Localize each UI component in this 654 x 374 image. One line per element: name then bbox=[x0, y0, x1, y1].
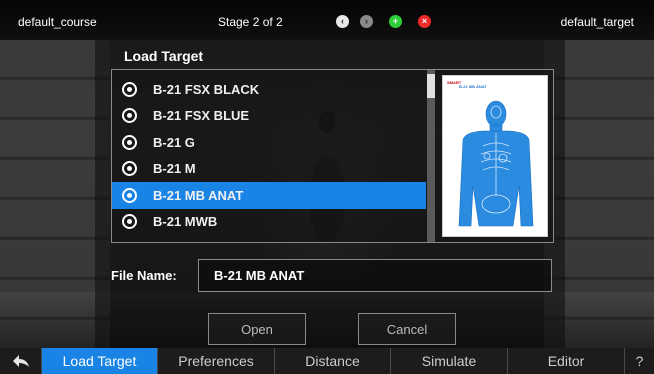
radio-icon bbox=[122, 134, 137, 150]
target-list: B-21 FSX BLACK B-21 FSX BLUE B-21 G B-21… bbox=[112, 76, 426, 235]
course-name: default_course bbox=[18, 15, 97, 29]
next-stage-icon[interactable]: › bbox=[360, 15, 373, 28]
help-button[interactable]: ? bbox=[625, 348, 654, 374]
open-button[interactable]: Open bbox=[208, 313, 306, 345]
tab-simulate[interactable]: Simulate bbox=[391, 348, 508, 374]
target-list-item[interactable]: B-21 FSX BLUE bbox=[112, 103, 426, 130]
bottom-tab-bar: Load Target Preferences Distance Simulat… bbox=[0, 348, 654, 374]
radio-icon bbox=[122, 214, 137, 230]
target-name: default_target bbox=[560, 15, 634, 29]
add-stage-icon[interactable]: + bbox=[389, 15, 402, 28]
list-scrollbar-thumb[interactable] bbox=[427, 74, 435, 98]
tab-preferences[interactable]: Preferences bbox=[158, 348, 275, 374]
target-list-box: B-21 FSX BLACK B-21 FSX BLUE B-21 G B-21… bbox=[111, 69, 554, 243]
radio-icon bbox=[122, 161, 137, 177]
tab-editor[interactable]: Editor bbox=[508, 348, 625, 374]
file-name-field[interactable]: B-21 MB ANAT bbox=[198, 259, 552, 292]
radio-icon bbox=[122, 81, 137, 97]
cancel-button[interactable]: Cancel bbox=[358, 313, 456, 345]
back-arrow-icon bbox=[12, 355, 29, 367]
tab-load-target[interactable]: Load Target bbox=[42, 348, 158, 374]
target-body-icon bbox=[458, 100, 534, 227]
target-list-item[interactable]: B-21 MWB bbox=[112, 209, 426, 236]
radio-icon bbox=[122, 187, 137, 203]
target-item-label: B-21 FSX BLUE bbox=[153, 108, 250, 124]
tab-distance[interactable]: Distance bbox=[275, 348, 391, 374]
target-item-label: B-21 G bbox=[153, 134, 195, 150]
stage-indicator: Stage 2 of 2 bbox=[218, 15, 283, 29]
target-item-label: B-21 FSX BLACK bbox=[153, 81, 260, 97]
delete-stage-icon[interactable]: × bbox=[418, 15, 431, 28]
back-button[interactable] bbox=[0, 348, 42, 374]
target-list-item[interactable]: B-21 FSX BLACK bbox=[112, 76, 426, 103]
target-item-label: B-21 MB ANAT bbox=[153, 187, 244, 203]
file-name-label: File Name: bbox=[111, 268, 177, 283]
top-bar: default_course Stage 2 of 2 ‹ › + × defa… bbox=[0, 0, 654, 40]
target-item-label: B-21 M bbox=[153, 161, 196, 177]
target-list-item-selected[interactable]: B-21 MB ANAT bbox=[112, 182, 426, 209]
target-list-item[interactable]: B-21 M bbox=[112, 156, 426, 183]
preview-title: B-21 MB ANAT bbox=[459, 84, 487, 89]
radio-icon bbox=[122, 108, 137, 124]
previous-stage-icon[interactable]: ‹ bbox=[336, 15, 349, 28]
dialog-title: Load Target bbox=[124, 48, 204, 64]
target-preview: SMART B-21 MB ANAT bbox=[442, 75, 548, 237]
target-item-label: B-21 MWB bbox=[153, 214, 218, 230]
target-list-item[interactable]: B-21 G bbox=[112, 129, 426, 156]
